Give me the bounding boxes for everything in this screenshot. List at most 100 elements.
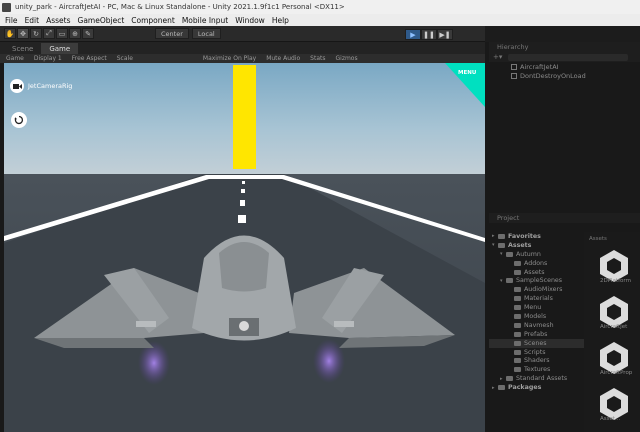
project-tree-label: Scripts (524, 348, 546, 356)
project-tree-label: Autumn (516, 250, 541, 258)
star-icon (498, 233, 505, 239)
project-tree-item[interactable]: ▸ Packages (489, 383, 584, 392)
hierarchy-item-label: DontDestroyOnLoad (520, 71, 586, 80)
reset-icon[interactable] (11, 112, 27, 128)
hierarchy-tab[interactable]: Hierarchy (489, 42, 640, 52)
project-tree-item[interactable]: Scripts (489, 348, 584, 357)
project-tree-item[interactable]: Navmesh (489, 321, 584, 330)
star-icon (498, 385, 505, 391)
project-tree-item[interactable]: ▸ Standard Assets (489, 374, 584, 383)
hierarchy-list: AircraftJetAI DontDestroyOnLoad (489, 62, 640, 212)
hierarchy-search-input[interactable] (508, 53, 629, 61)
asset-label: AircraftJet (600, 324, 628, 330)
folder-icon (514, 260, 521, 266)
project-tree-item[interactable]: Assets (489, 268, 584, 277)
mute-audio-toggle[interactable]: Mute Audio (266, 55, 300, 62)
game-view[interactable] (4, 63, 485, 432)
folder-icon (514, 322, 521, 328)
folder-icon (514, 349, 521, 355)
pivot-center-button[interactable]: Center (155, 28, 189, 39)
dropdown-icon[interactable]: ▾ (499, 53, 503, 61)
project-tree-item[interactable]: Addons (489, 259, 584, 268)
project-breadcrumb[interactable]: Assets (589, 236, 607, 242)
hierarchy-item[interactable]: DontDestroyOnLoad (489, 71, 640, 80)
hand-tool-button[interactable]: ✋ (4, 28, 16, 39)
project-tree-item[interactable]: Prefabs (489, 330, 584, 339)
project-tab[interactable]: Project (489, 213, 640, 223)
scale-slider[interactable]: Scale (117, 55, 133, 62)
hierarchy-item[interactable]: AircraftJetAI (489, 62, 640, 71)
menu-edit[interactable]: Edit (25, 16, 40, 25)
project-tree-item[interactable]: Scenes (489, 338, 584, 348)
maximize-on-play-toggle[interactable]: Maximize On Play (203, 55, 256, 62)
project-tree: ▸ Favorites ▾ Assets ▾ Autumn Addons Assets ▾ Sam… (489, 232, 584, 432)
aspect-dropdown[interactable]: Free Aspect (72, 55, 107, 62)
menu-component[interactable]: Component (131, 16, 175, 25)
menu-gameobject[interactable]: GameObject (78, 16, 125, 25)
hierarchy-tab-label: Hierarchy (497, 43, 529, 51)
camera-switch[interactable]: JetCameraRig (10, 79, 72, 93)
project-tree-item[interactable]: Materials (489, 294, 584, 303)
project-tree-label: Shaders (524, 357, 550, 365)
project-tree-label: SampleScenes (516, 277, 563, 285)
play-icon[interactable]: ▶ (405, 29, 421, 40)
move-tool-button[interactable]: ✥ (17, 28, 29, 39)
scale-tool-button[interactable]: ⤢ (43, 28, 55, 39)
folder-icon (514, 340, 521, 346)
menu-bar: File Edit Assets GameObject Component Mo… (0, 14, 640, 26)
folder-icon (514, 269, 521, 275)
project-tree-label: Materials (524, 295, 553, 303)
pivot-space-button[interactable]: Local (191, 28, 221, 39)
project-tree-item[interactable]: ▾ SampleScenes (489, 276, 584, 285)
tab-scene[interactable]: Scene (4, 43, 41, 54)
custom-tool-button[interactable]: ✎ (82, 28, 94, 39)
rotate-tool-button[interactable]: ↻ (30, 28, 42, 39)
project-tree-item[interactable]: ▸ Favorites (489, 232, 584, 241)
stats-toggle[interactable]: Stats (310, 55, 325, 62)
menu-mobile-input[interactable]: Mobile Input (182, 16, 228, 25)
tab-game[interactable]: Game (41, 43, 79, 54)
menu-assets[interactable]: Assets (46, 16, 70, 25)
project-tree-item[interactable]: Shaders (489, 356, 584, 365)
game-dropdown[interactable]: Game (6, 55, 24, 62)
step-icon[interactable]: ▶❚ (437, 29, 453, 40)
project-tree-item[interactable]: Models (489, 312, 584, 321)
display-dropdown[interactable]: Display 1 (34, 55, 62, 62)
project-tree-label: Models (524, 312, 547, 320)
project-tab-label: Project (497, 214, 520, 222)
window-title: unity_park - AircraftJetAI - PC, Mac & L… (15, 3, 345, 11)
folder-icon (514, 305, 521, 311)
menu-file[interactable]: File (5, 16, 18, 25)
right-toolbar (485, 26, 640, 42)
project-tree-label: AudioMixers (524, 286, 563, 294)
scene-game-tabs: Scene Game (0, 42, 485, 54)
camera-label: JetCameraRig (28, 82, 73, 90)
project-tree-item[interactable]: Textures (489, 365, 584, 374)
menu-window[interactable]: Window (235, 16, 265, 25)
folder-icon (514, 367, 521, 373)
gizmos-dropdown[interactable]: Gizmos (336, 55, 358, 62)
project-tree-label: Assets (508, 241, 532, 249)
rect-tool-button[interactable]: ▭ (56, 28, 68, 39)
folder-icon (514, 331, 521, 337)
project-tree-item[interactable]: ▾ Autumn (489, 250, 584, 259)
menu-help[interactable]: Help (272, 16, 289, 25)
project-asset-grid (584, 232, 640, 432)
project-tree-item[interactable]: Menu (489, 303, 584, 312)
folder-icon (506, 376, 513, 382)
transform-tool-button[interactable]: ⊕ (69, 28, 81, 39)
asset-label: 2DPlatform (600, 278, 631, 284)
pause-icon[interactable]: ❚❚ (421, 29, 437, 40)
project-tree-label: Assets (524, 268, 545, 276)
project-tree-label: Scenes (524, 339, 547, 347)
folder-icon (514, 313, 521, 319)
project-tree-item[interactable]: ▾ Assets (489, 241, 584, 250)
project-tree-label: Packages (508, 384, 542, 392)
project-tree-label: Favorites (508, 232, 541, 240)
star-icon (498, 242, 505, 248)
project-tree-label: Navmesh (524, 321, 554, 329)
menu-label[interactable]: MENU (458, 70, 476, 76)
play-controls: ▶ ❚❚ ▶❚ (405, 29, 453, 40)
asset-label: AircraftProp (600, 370, 633, 376)
project-tree-item[interactable]: AudioMixers (489, 285, 584, 294)
